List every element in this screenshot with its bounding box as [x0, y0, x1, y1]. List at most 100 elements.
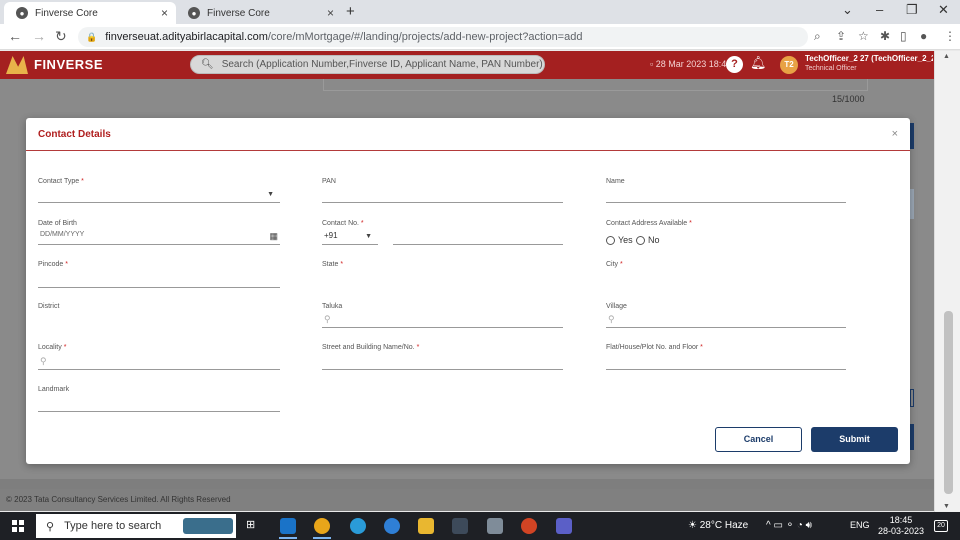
pincode-field: Pincode *	[38, 261, 280, 288]
active-app-indicator	[313, 537, 331, 539]
tray-icons[interactable]: ^ ▭ ⚬ ◔ 🔊︎	[766, 520, 812, 531]
edge-icon[interactable]	[350, 518, 366, 534]
chevron-down-icon[interactable]: ⌄	[842, 2, 853, 18]
menu-icon[interactable]: ⋮	[944, 29, 956, 43]
submit-button[interactable]: Submit	[811, 427, 898, 452]
bookmark-star-icon[interactable]: ☆	[858, 29, 869, 43]
minimize-icon[interactable]: –	[876, 2, 883, 17]
address-bar: ← → ↻ 🔒 finverseuat.adityabirlacapital.c…	[0, 24, 960, 50]
notification-icon[interactable]: 20	[934, 520, 948, 532]
bell-icon[interactable]: 🔔︎	[750, 55, 767, 71]
background-button-edge	[910, 123, 914, 149]
dob-input[interactable]: DD/MM/YYYY ▦	[38, 231, 280, 245]
new-tab-icon[interactable]: +	[346, 3, 355, 20]
locality-input[interactable]: ⚲	[38, 356, 280, 370]
calculator-icon[interactable]	[452, 518, 468, 534]
cancel-button[interactable]: Cancel	[715, 427, 802, 452]
restore-icon[interactable]: ❐	[906, 2, 918, 18]
scroll-down-icon[interactable]: ▼	[943, 503, 950, 510]
active-app-indicator	[279, 537, 297, 539]
address-available-radio-no[interactable]: No	[636, 235, 660, 245]
scroll-up-icon[interactable]: ▲	[943, 53, 950, 60]
page-footer: © 2023 Tata Consultancy Services Limited…	[0, 489, 934, 511]
extensions-icon[interactable]: ✱	[880, 29, 890, 43]
close-icon[interactable]: ×	[892, 128, 898, 140]
taluka-field: Taluka ⚲	[322, 303, 563, 328]
search-placeholder: Search (Application Number,Finverse ID, …	[221, 59, 543, 70]
close-window-icon[interactable]: ✕	[938, 2, 949, 18]
file-explorer-icon[interactable]	[418, 518, 434, 534]
search-highlight-icon	[183, 518, 233, 534]
teams-icon[interactable]	[556, 518, 572, 534]
flat-field: Flat/House/Plot No. and Floor *	[606, 344, 846, 370]
share-icon[interactable]: ⇪	[836, 29, 846, 43]
page-scrollbar[interactable]: ▲ ▼	[934, 51, 960, 512]
tab-title: Finverse Core	[35, 7, 98, 19]
modal-title: Contact Details	[38, 129, 111, 140]
street-input[interactable]	[322, 356, 563, 370]
globe-icon: ●	[188, 7, 200, 19]
search-icon: ⚲	[324, 314, 331, 324]
reload-icon[interactable]: ↻	[55, 28, 67, 45]
contact-type-select[interactable]: ▼	[38, 189, 280, 203]
internet-explorer-icon[interactable]	[384, 518, 400, 534]
weather-widget[interactable]: ☀ 28°C Haze	[688, 520, 748, 531]
taskbar-clock[interactable]: 18:45 28-03-2023	[878, 515, 924, 537]
side-panel-icon[interactable]: ▯	[900, 29, 907, 43]
search-icon: ⚲	[608, 314, 615, 324]
name-field: Name	[606, 178, 846, 203]
district-field: District	[38, 303, 60, 310]
search-icon: 🔍︎	[201, 59, 214, 70]
name-input[interactable]	[606, 189, 846, 203]
country-code-select[interactable]: +91 ▼	[322, 231, 378, 245]
help-icon[interactable]: ?	[726, 56, 743, 73]
browser-tab[interactable]: ● Finverse Core ×	[176, 2, 342, 24]
modal-header: Contact Details ×	[26, 118, 910, 151]
contact-no-input[interactable]	[393, 231, 563, 245]
browser-tab-bar: ● Finverse Core × ● Finverse Core × + ⌄ …	[0, 0, 960, 24]
radio-circle[interactable]	[636, 235, 645, 245]
back-icon[interactable]: ←	[8, 28, 22, 44]
user-name: TechOfficer_2 27 (TechOfficer_2_27)	[805, 54, 933, 63]
pan-input[interactable]	[322, 189, 563, 203]
url-host: finverseuat.adityabirlacapital.com	[105, 31, 268, 43]
app-header: FINVERSE 🔍︎ Search (Application Number,F…	[0, 51, 934, 79]
village-input[interactable]: ⚲	[606, 314, 846, 328]
windows-start-icon[interactable]	[12, 520, 24, 532]
address-available-field: Contact Address Available * Yes No	[606, 220, 692, 245]
zoom-icon[interactable]: ⌕	[814, 29, 821, 44]
task-view-icon[interactable]: ⊞	[246, 518, 262, 534]
background-button-edge	[910, 389, 914, 407]
search-icon: ⚲	[46, 520, 55, 533]
state-field: State *	[322, 261, 344, 268]
powerpoint-icon[interactable]	[521, 518, 537, 534]
description-textarea	[323, 79, 868, 91]
close-icon[interactable]: ×	[161, 6, 168, 20]
taluka-input[interactable]: ⚲	[322, 314, 563, 328]
profile-icon[interactable]: ●	[920, 29, 927, 43]
landmark-input[interactable]	[38, 398, 280, 412]
header-datetime: ▫ 28 Mar 2023 18:45	[650, 59, 732, 69]
avatar[interactable]: T2	[780, 56, 798, 74]
finverse-logo-icon	[6, 56, 28, 74]
chevron-down-icon: ▼	[267, 191, 274, 198]
url-input[interactable]: 🔒 finverseuat.adityabirlacapital.com /co…	[78, 27, 808, 47]
radio-circle[interactable]	[606, 235, 615, 245]
scrollbar-thumb[interactable]	[944, 311, 953, 494]
pincode-input[interactable]	[38, 274, 280, 288]
language-indicator[interactable]: ENG	[850, 520, 870, 530]
flat-input[interactable]	[606, 356, 846, 370]
calendar-icon[interactable]: ▦	[269, 231, 278, 242]
global-search-input[interactable]: 🔍︎ Search (Application Number,Finverse I…	[190, 55, 545, 74]
browser-tab[interactable]: ● Finverse Core ×	[4, 2, 176, 24]
village-field: Village ⚲	[606, 303, 846, 328]
chrome-icon[interactable]	[314, 518, 330, 534]
address-available-radio-yes[interactable]: Yes	[606, 235, 633, 245]
globe-icon: ●	[16, 7, 28, 19]
outlook-icon[interactable]	[280, 518, 296, 534]
forward-icon[interactable]: →	[32, 28, 46, 44]
close-icon[interactable]: ×	[327, 6, 334, 20]
network-app-icon[interactable]	[487, 518, 503, 534]
city-field: City *	[606, 261, 623, 268]
contact-type-field: Contact Type * ▼	[38, 178, 280, 203]
